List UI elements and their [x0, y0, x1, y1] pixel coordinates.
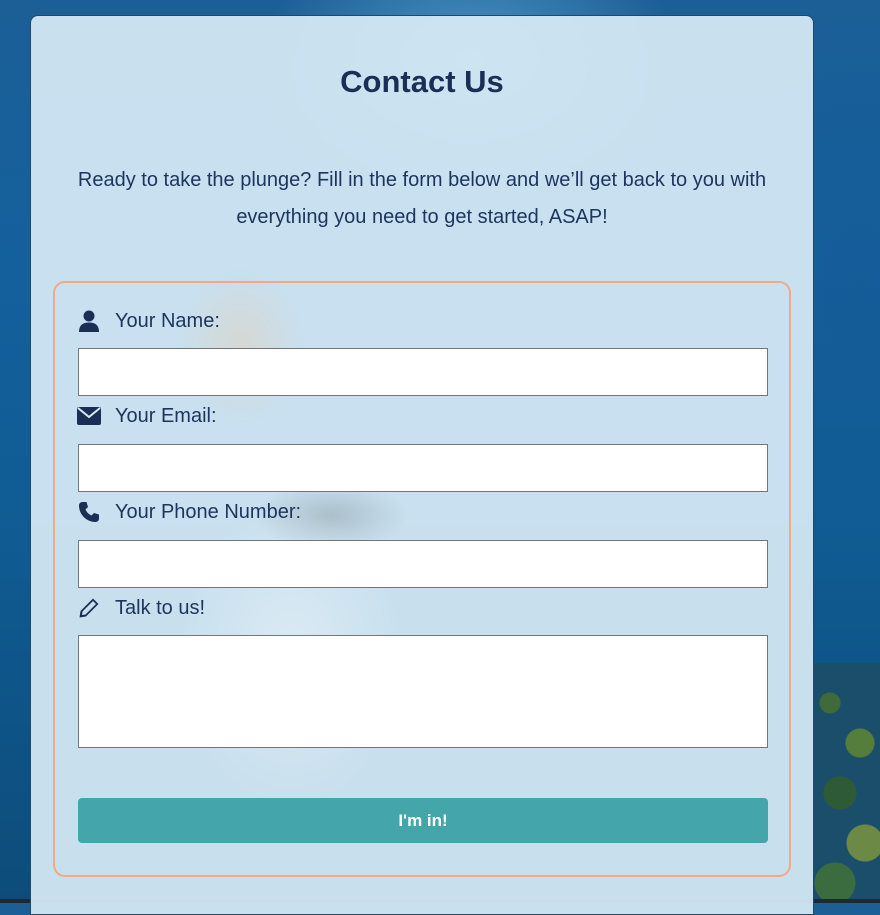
- message-label: Talk to us!: [77, 596, 205, 620]
- submit-button[interactable]: I'm in!: [78, 798, 768, 843]
- contact-form: Your Name: Your Email: Your Phone Number…: [53, 281, 791, 877]
- user-icon: [77, 309, 101, 333]
- contact-card: Contact Us Ready to take the plunge? Fil…: [30, 15, 814, 915]
- pencil-icon: [77, 596, 101, 620]
- email-label-text: Your Email:: [115, 404, 217, 427]
- email-input[interactable]: [78, 444, 768, 492]
- email-label: Your Email:: [77, 404, 217, 428]
- phone-input[interactable]: [78, 540, 768, 588]
- envelope-icon: [77, 404, 101, 428]
- phone-icon: [77, 500, 101, 524]
- intro-text: Ready to take the plunge? Fill in the fo…: [77, 169, 767, 228]
- message-label-text: Talk to us!: [115, 596, 206, 619]
- name-label: Your Name:: [77, 309, 220, 333]
- coral-reef-background: [810, 663, 880, 903]
- phone-label-text: Your Phone Number:: [115, 500, 302, 523]
- name-label-text: Your Name:: [115, 309, 220, 332]
- name-input[interactable]: [78, 348, 768, 396]
- page-title: Contact Us: [340, 64, 504, 99]
- message-textarea[interactable]: [78, 635, 768, 748]
- phone-label: Your Phone Number:: [77, 500, 301, 524]
